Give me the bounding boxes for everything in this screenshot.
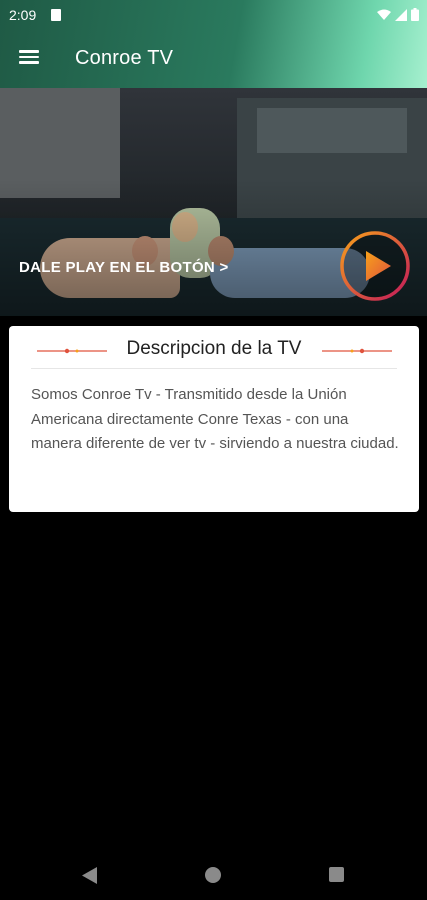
battery-icon xyxy=(411,8,419,21)
recents-icon[interactable] xyxy=(329,867,344,882)
home-icon[interactable] xyxy=(205,867,221,883)
play-cta-label[interactable]: DALE PLAY EN EL BOTÓN > xyxy=(19,259,229,276)
play-icon[interactable] xyxy=(339,230,411,302)
status-icons xyxy=(377,8,419,21)
divider xyxy=(31,368,397,369)
status-bar: 2:09 xyxy=(0,0,427,30)
back-icon[interactable] xyxy=(82,867,98,884)
status-time: 2:09 xyxy=(9,7,37,23)
app-header: 2:09 Conroe TV xyxy=(0,0,427,88)
description-text: Somos Conroe Tv - Transmitido desde la U… xyxy=(31,386,399,452)
description-card-header: Descripcion de la TV xyxy=(9,338,419,362)
hamburger-menu-icon[interactable] xyxy=(17,47,41,71)
wifi-icon xyxy=(377,9,391,20)
app-title: Conroe TV xyxy=(75,47,174,69)
description-card: Descripcion de la TV Somos Conroe Tv - T… xyxy=(9,326,419,512)
signal-icon xyxy=(395,8,407,21)
sd-card-icon xyxy=(51,9,61,21)
system-nav-bar xyxy=(0,850,427,900)
ornament-divider-icon xyxy=(322,348,392,354)
toolbar: Conroe TV xyxy=(0,30,427,88)
